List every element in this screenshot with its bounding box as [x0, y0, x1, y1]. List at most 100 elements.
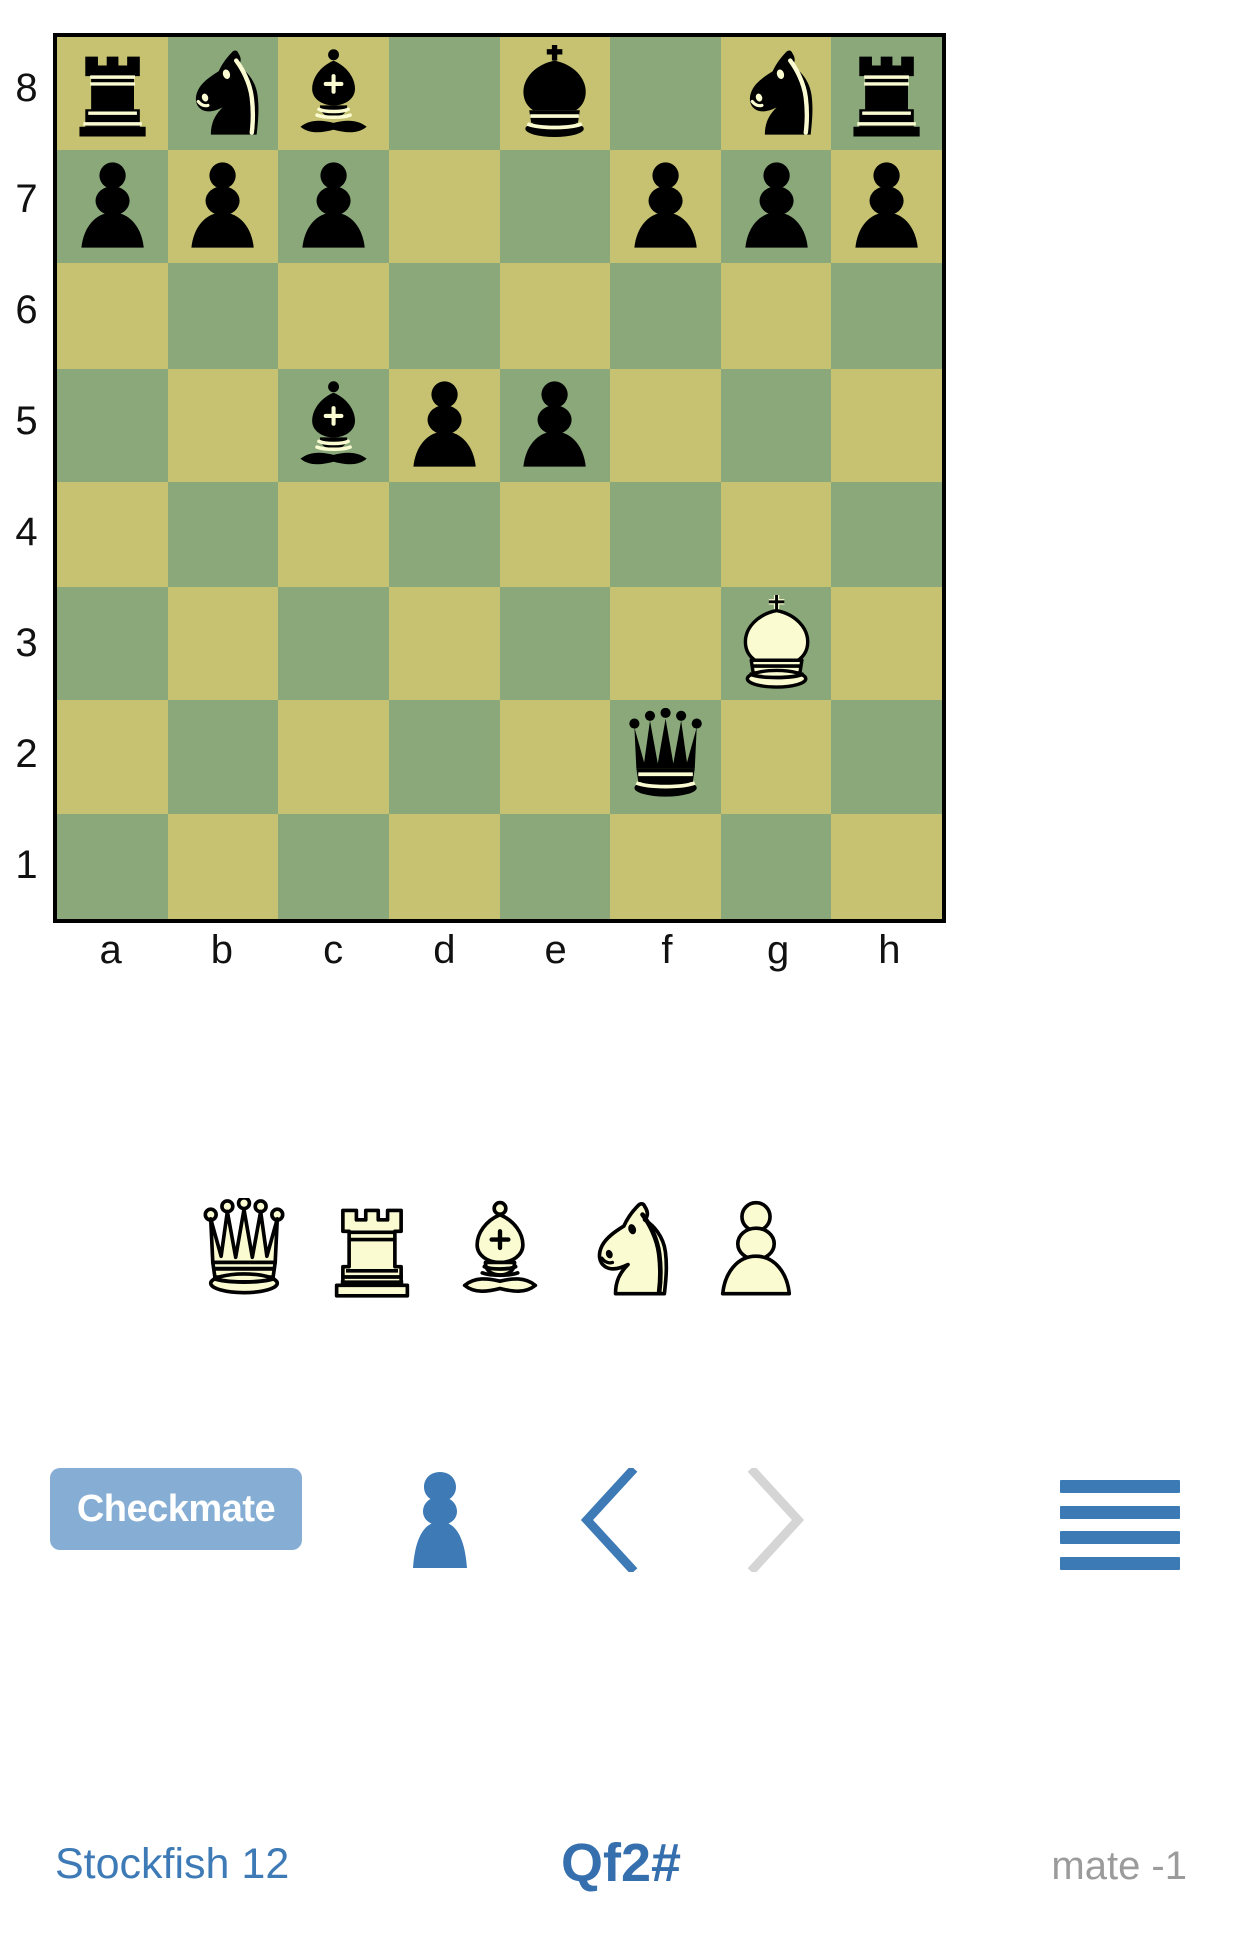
board-square-a1[interactable]: [57, 813, 168, 919]
board-square-d2[interactable]: [388, 700, 500, 814]
board-square-g6[interactable]: [720, 263, 832, 369]
piece-black-pawn[interactable]: [57, 150, 168, 263]
chevron-right-icon: [747, 1467, 805, 1572]
black-pawn-icon: [523, 381, 586, 467]
board-square-g8[interactable]: [720, 37, 832, 151]
board-square-b7[interactable]: [167, 150, 279, 264]
board-square-d4[interactable]: [388, 481, 500, 588]
board-square-e6[interactable]: [499, 263, 611, 369]
white-rook-icon: [334, 1208, 410, 1298]
board-square-a6[interactable]: [57, 263, 168, 369]
black-pawn-icon: [81, 162, 144, 248]
board-square-a4[interactable]: [57, 481, 168, 588]
piece-black-pawn[interactable]: [831, 150, 942, 263]
rank-label: 2: [15, 732, 38, 776]
board-square-d8[interactable]: [388, 37, 500, 151]
board-square-a7[interactable]: [57, 150, 168, 264]
board-square-h2[interactable]: [831, 700, 942, 814]
board-square-h6[interactable]: [831, 263, 942, 369]
board-square-c8[interactable]: [278, 37, 389, 151]
white-bishop-icon: [462, 1200, 538, 1294]
board-square-c2[interactable]: [278, 700, 389, 814]
piece-black-pawn[interactable]: [500, 369, 611, 482]
board-square-c4[interactable]: [278, 481, 389, 588]
board-square-g4[interactable]: [720, 481, 832, 588]
piece-black-knight[interactable]: [721, 37, 832, 150]
piece-black-queen[interactable]: [610, 700, 721, 813]
board-square-h3[interactable]: [831, 587, 942, 701]
board-square-h4[interactable]: [831, 481, 942, 588]
board-square-d3[interactable]: [388, 587, 500, 701]
board-square-g1[interactable]: [720, 813, 832, 919]
board-square-d1[interactable]: [388, 813, 500, 919]
board-square-c6[interactable]: [278, 263, 389, 369]
piece-black-knight[interactable]: [168, 37, 279, 150]
previous-move-button[interactable]: [565, 1462, 655, 1577]
piece-black-bishop[interactable]: [278, 37, 389, 150]
board-square-g2[interactable]: [720, 700, 832, 814]
black-pawn-icon: [191, 162, 255, 248]
chessboard[interactable]: [53, 33, 946, 923]
board-square-b1[interactable]: [167, 813, 279, 919]
board-square-c7[interactable]: [278, 150, 389, 264]
captured-pieces-tray: [0, 1195, 1000, 1305]
board-square-f1[interactable]: [610, 813, 721, 919]
piece-black-bishop[interactable]: [278, 369, 389, 482]
piece-white-king[interactable]: [721, 587, 832, 700]
board-square-b6[interactable]: [167, 263, 279, 369]
file-label: f: [661, 928, 673, 972]
board-square-a3[interactable]: [57, 587, 168, 701]
board-square-a8[interactable]: [57, 37, 168, 151]
file-label: h: [878, 928, 901, 972]
board-square-e7[interactable]: [499, 150, 611, 264]
hamburger-menu-button[interactable]: [1060, 1480, 1180, 1570]
piece-black-pawn[interactable]: [168, 150, 279, 263]
board-square-b4[interactable]: [167, 481, 279, 588]
board-square-f3[interactable]: [610, 587, 721, 701]
board-square-b3[interactable]: [167, 587, 279, 701]
piece-black-pawn[interactable]: [721, 150, 832, 263]
board-square-b8[interactable]: [167, 37, 279, 151]
file-label: b: [210, 928, 233, 972]
black-bishop-icon: [300, 380, 367, 464]
board-square-g7[interactable]: [720, 150, 832, 264]
board-square-c1[interactable]: [278, 813, 389, 919]
checkmate-status-button[interactable]: Checkmate: [50, 1468, 302, 1550]
board-square-g5[interactable]: [720, 368, 832, 482]
board-square-c3[interactable]: [278, 587, 389, 701]
black-pawn-icon: [634, 162, 697, 248]
board-square-b2[interactable]: [167, 700, 279, 814]
board-square-d7[interactable]: [388, 150, 500, 264]
rank-label: 5: [15, 399, 38, 443]
piece-black-pawn[interactable]: [610, 150, 721, 263]
board-square-h5[interactable]: [831, 368, 942, 482]
next-move-button[interactable]: [730, 1462, 820, 1577]
piece-black-rook[interactable]: [57, 37, 168, 150]
board-square-a5[interactable]: [57, 368, 168, 482]
board-square-e3[interactable]: [499, 587, 611, 701]
board-square-d5[interactable]: [388, 368, 500, 482]
piece-black-pawn[interactable]: [278, 150, 389, 263]
board-square-b5[interactable]: [167, 368, 279, 482]
board-square-h1[interactable]: [831, 813, 942, 919]
board-square-f2[interactable]: [610, 700, 721, 814]
board-square-d6[interactable]: [388, 263, 500, 369]
board-square-e4[interactable]: [499, 481, 611, 588]
board-square-h7[interactable]: [831, 150, 942, 264]
board-square-e2[interactable]: [499, 700, 611, 814]
board-square-f6[interactable]: [610, 263, 721, 369]
piece-black-rook[interactable]: [831, 37, 942, 150]
piece-black-pawn[interactable]: [389, 369, 500, 482]
board-square-h8[interactable]: [831, 37, 942, 151]
board-square-e1[interactable]: [499, 813, 611, 919]
piece-black-king[interactable]: [500, 37, 611, 150]
board-square-f4[interactable]: [610, 481, 721, 588]
board-square-g3[interactable]: [720, 587, 832, 701]
board-square-e8[interactable]: [499, 37, 611, 151]
board-square-f8[interactable]: [610, 37, 721, 151]
board-square-c5[interactable]: [278, 368, 389, 482]
board-square-a2[interactable]: [57, 700, 168, 814]
board-square-f7[interactable]: [610, 150, 721, 264]
board-square-e5[interactable]: [499, 368, 611, 482]
board-square-f5[interactable]: [610, 368, 721, 482]
